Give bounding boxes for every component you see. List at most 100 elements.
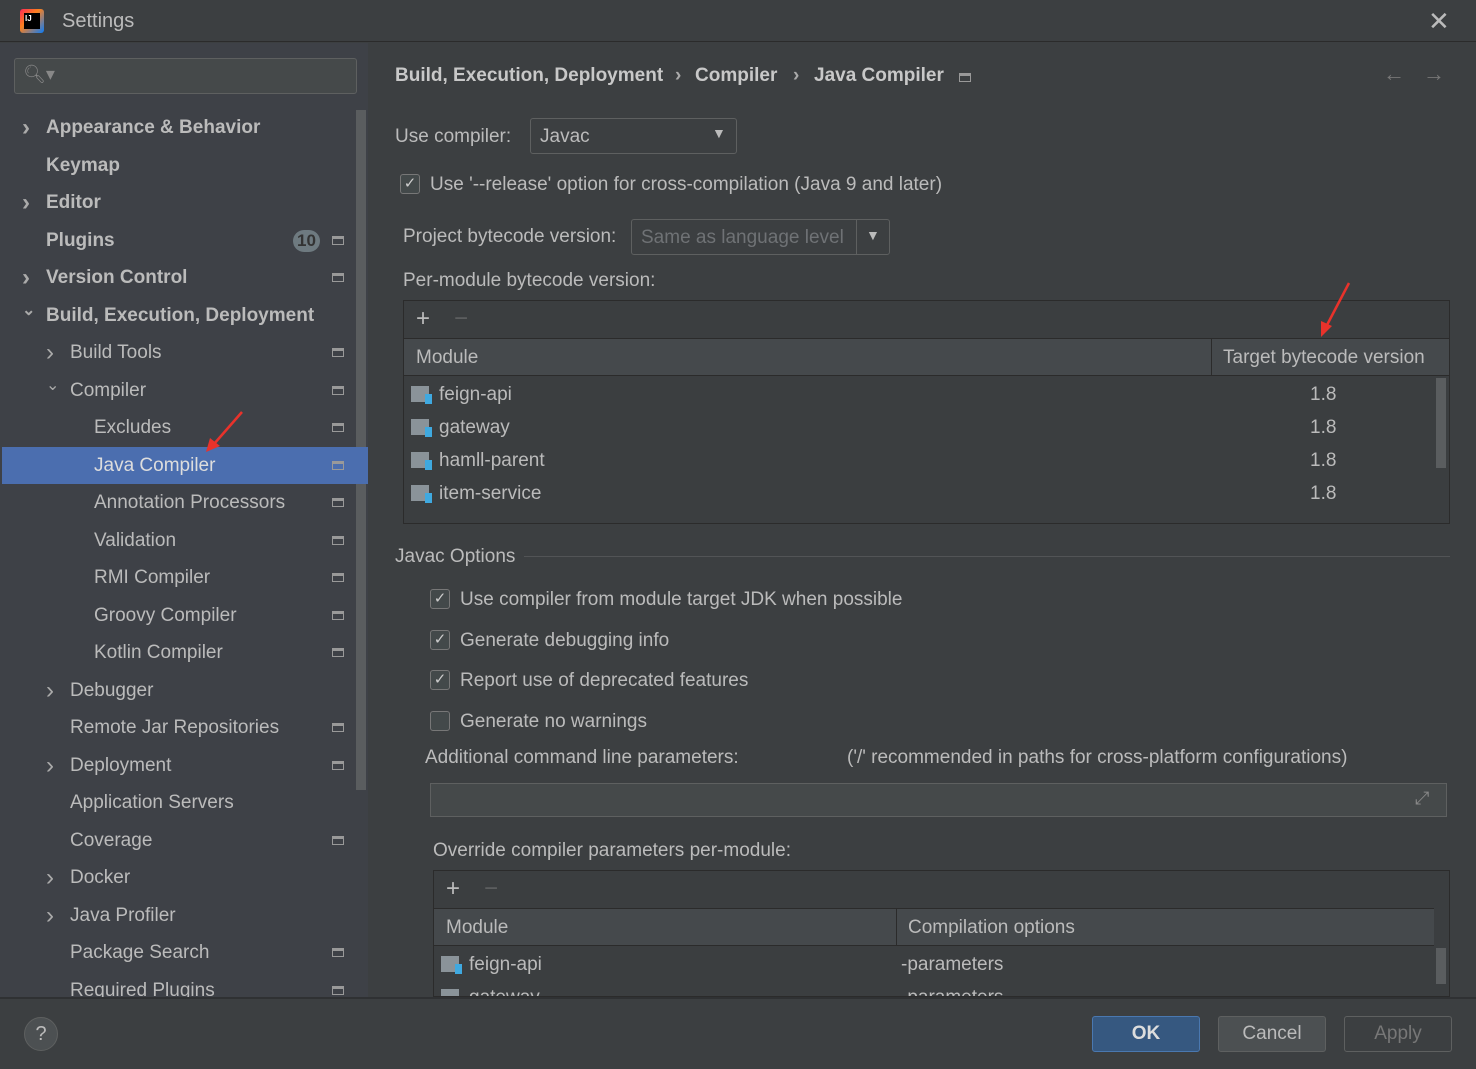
table-scrollbar[interactable] (1436, 378, 1446, 468)
module-name: feign-api (469, 954, 542, 975)
sidebar-item[interactable]: RMI Compiler (2, 559, 368, 596)
sidebar-item[interactable]: › Deployment (2, 747, 368, 784)
module-name: hamll-parent (439, 450, 545, 471)
project-bytecode-label: Project bytecode version: (403, 226, 617, 247)
sidebar-item-label: Keymap (46, 154, 120, 176)
sidebar-item-label: Java Profiler (70, 904, 176, 926)
project-scope-icon (332, 723, 344, 732)
chevron-right-icon[interactable]: › (22, 184, 30, 221)
table-row[interactable]: gateway -parameters (434, 981, 1434, 996)
table-header: Module Target bytecode version (404, 338, 1449, 376)
use-compiler-dropdown[interactable]: Javac ▼ (530, 118, 737, 154)
add-icon[interactable]: + (446, 875, 460, 903)
breadcrumb-item[interactable]: Build, Execution, Deployment (395, 65, 663, 87)
table-row[interactable]: feign-api 1.8 (404, 378, 1404, 411)
column-header-target[interactable]: Target bytecode version (1223, 347, 1425, 369)
table-row[interactable]: feign-api -parameters (434, 948, 1434, 981)
cell-value: -parameters (901, 954, 1004, 975)
cell-value: 1.8 (1310, 384, 1337, 405)
chevron-right-icon[interactable]: › (46, 859, 54, 896)
sidebar-item[interactable]: ⌄ Compiler (2, 372, 368, 409)
override-label: Override compiler parameters per-module: (433, 840, 791, 861)
sidebar-item-label: Annotation Processors (94, 492, 286, 513)
pin-icon (959, 73, 971, 82)
project-scope-icon (332, 235, 344, 245)
project-bytecode-dropdown[interactable]: Same as language level ▼ (631, 219, 890, 255)
chevron-right-icon[interactable]: › (22, 259, 30, 296)
chevron-right-icon[interactable]: › (46, 672, 54, 709)
sidebar-item-label: Java Compiler (94, 454, 216, 476)
sidebar-item[interactable]: Coverage (2, 822, 368, 859)
javac-option-checkbox[interactable]: ✓ (430, 670, 450, 691)
sidebar-item-label: Build Tools (70, 342, 162, 363)
sidebar-item[interactable]: › Docker (2, 859, 368, 896)
annotation-arrow (206, 411, 243, 452)
sidebar-item[interactable]: Plugins 10 (2, 222, 368, 259)
sidebar-item[interactable]: › Java Profiler (2, 897, 368, 934)
sidebar-item[interactable]: Validation (2, 522, 368, 559)
use-compiler-value: Javac (540, 126, 590, 147)
ok-button[interactable]: OK (1092, 1016, 1200, 1052)
bytecode-table: + − Module Target bytecode version feign… (403, 300, 1450, 524)
sidebar-item[interactable]: › Build Tools (2, 334, 368, 371)
project-scope-icon (332, 573, 344, 582)
sidebar-item[interactable]: Java Compiler (2, 446, 368, 484)
table-row[interactable]: gateway 1.8 (404, 411, 1404, 444)
project-scope-icon (332, 985, 344, 995)
cancel-button[interactable]: Cancel (1218, 1016, 1326, 1052)
additional-params-label: Additional command line parameters: (425, 747, 739, 768)
table-row[interactable]: item-service 1.8 (404, 477, 1404, 510)
chevron-down-icon[interactable]: ⌄ (22, 292, 35, 329)
project-scope-icon (332, 348, 344, 357)
sidebar-item[interactable]: Groovy Compiler (2, 597, 368, 634)
table-scrollbar[interactable] (1436, 948, 1446, 984)
column-header-module[interactable]: Module (446, 917, 508, 939)
update-count-badge: 10 (293, 229, 320, 252)
chevron-right-icon[interactable]: › (22, 109, 30, 146)
javac-option-checkbox[interactable] (430, 711, 450, 732)
sidebar-item[interactable]: Package Search (2, 934, 368, 971)
back-arrow-icon[interactable]: ← (1383, 61, 1405, 87)
sidebar-item[interactable]: Application Servers (2, 784, 368, 821)
sidebar-item-label: Application Servers (70, 792, 234, 813)
column-header-module[interactable]: Module (416, 347, 478, 369)
add-icon[interactable]: + (416, 305, 430, 333)
chevron-down-icon: ▼ (712, 125, 726, 141)
module-folder-icon (441, 989, 459, 996)
javac-option-checkbox[interactable]: ✓ (430, 589, 450, 609)
sidebar-item[interactable]: › Version Control (2, 259, 368, 296)
sidebar-item[interactable]: › Appearance & Behavior (2, 109, 368, 146)
sidebar-item[interactable]: Remote Jar Repositories (2, 709, 368, 746)
sidebar-item[interactable]: Keymap (2, 147, 368, 184)
breadcrumb-item[interactable]: Compiler (695, 65, 777, 87)
sidebar-item[interactable]: ⌄ Build, Execution, Deployment (2, 297, 368, 334)
sidebar-item[interactable]: › Debugger (2, 672, 368, 709)
sidebar-item-label: Remote Jar Repositories (70, 717, 280, 738)
breadcrumb-separator: › (793, 65, 800, 86)
close-icon[interactable]: ✕ (1428, 6, 1450, 37)
chevron-right-icon[interactable]: › (46, 897, 54, 934)
sidebar-item[interactable]: Annotation Processors (2, 484, 368, 521)
sidebar-item[interactable]: Excludes (2, 409, 368, 446)
column-header-options[interactable]: Compilation options (908, 917, 1075, 939)
table-row[interactable]: hamll-parent 1.8 (404, 444, 1404, 477)
remove-icon[interactable]: − (484, 875, 498, 903)
javac-option-checkbox[interactable]: ✓ (430, 629, 450, 650)
apply-button[interactable]: Apply (1344, 1016, 1452, 1052)
additional-params-input[interactable] (430, 783, 1447, 817)
chevron-down-icon[interactable]: ⌄ (46, 367, 59, 404)
sidebar-item[interactable]: Kotlin Compiler (2, 634, 368, 671)
sidebar-item[interactable]: › Editor (2, 184, 368, 221)
remove-icon[interactable]: − (454, 305, 468, 333)
chevron-right-icon[interactable]: › (46, 334, 54, 371)
main-panel: Build, Execution, Deployment › Compiler … (369, 43, 1476, 997)
help-button[interactable]: ? (24, 1017, 58, 1051)
expand-icon[interactable]: ⤢ (1415, 788, 1429, 809)
intellij-logo-icon: IJ (20, 9, 44, 33)
project-scope-icon (332, 385, 344, 395)
forward-arrow-icon[interactable]: → (1423, 61, 1445, 87)
search-input[interactable]: 🔍︎▾ (14, 58, 357, 94)
chevron-right-icon[interactable]: › (46, 747, 54, 784)
release-option-checkbox[interactable]: ✓ (400, 174, 420, 194)
project-bytecode-placeholder: Same as language level (641, 227, 844, 248)
